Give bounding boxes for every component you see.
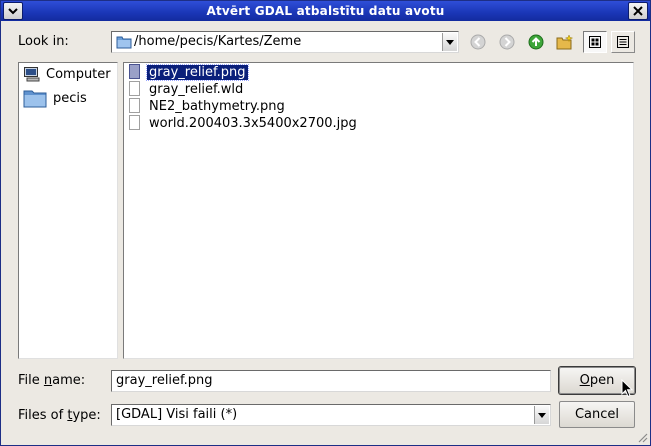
open-file-dialog: Atvērt GDAL atbalstītu datu avotu Look i… [0, 0, 651, 446]
list-item[interactable]: world.200403.3x5400x2700.jpg [128, 115, 359, 131]
sidebar-item-computer[interactable]: Computer [23, 63, 111, 85]
files-of-type-value: [GDAL] Visi faili (*) [116, 407, 238, 422]
look-in-dropdown-arrow[interactable] [442, 33, 457, 51]
back-button[interactable] [466, 31, 490, 53]
cancel-button-label: Cancel [574, 407, 620, 422]
file-name-label: File name: [18, 373, 86, 388]
sidebar-item-label: pecis [53, 90, 87, 106]
file-name-field[interactable]: gray_relief.png [111, 370, 551, 392]
file-icon [128, 98, 142, 114]
computer-icon [24, 67, 40, 82]
new-folder-icon [556, 34, 574, 50]
list-item[interactable]: gray_relief.png [128, 63, 249, 81]
files-of-type-combo[interactable]: [GDAL] Visi faili (*) [111, 404, 551, 426]
file-name: NE2_bathymetry.png [149, 98, 285, 114]
forward-icon [499, 34, 515, 50]
detail-view-button[interactable] [611, 31, 635, 53]
file-icon [128, 81, 142, 97]
forward-button[interactable] [495, 31, 519, 53]
list-view-button[interactable] [583, 31, 607, 53]
file-list: gray_relief.png gray_relief.wld NE2_bath… [123, 62, 634, 359]
folder-icon [23, 90, 47, 108]
list-item[interactable]: NE2_bathymetry.png [128, 98, 287, 114]
list-item[interactable]: gray_relief.wld [128, 81, 245, 97]
file-icon [128, 115, 142, 131]
close-icon [633, 6, 643, 16]
files-of-type-dropdown-arrow[interactable] [534, 406, 549, 424]
open-button-label: Open [579, 373, 615, 388]
cancel-button[interactable]: Cancel [559, 401, 635, 428]
triangle-down-icon [538, 412, 546, 418]
parent-directory-button[interactable] [524, 31, 548, 53]
new-folder-button[interactable] [553, 31, 577, 53]
sidebar-item-pecis[interactable]: pecis [23, 87, 87, 109]
file-name: gray_relief.wld [149, 81, 244, 97]
file-icon [128, 64, 142, 80]
files-of-type-label: Files of type: [18, 408, 101, 423]
triangle-down-icon [446, 39, 454, 45]
sidebar: Computer pecis [18, 62, 118, 359]
look-in-path: /home/pecis/Kartes/Zeme [134, 34, 302, 49]
back-icon [470, 34, 486, 50]
parent-directory-icon [528, 34, 544, 50]
detail-view-icon [617, 36, 629, 48]
look-in-label: Look in: [18, 34, 69, 49]
file-name: gray_relief.png [146, 63, 249, 81]
mouse-cursor-icon [621, 379, 634, 398]
folder-icon [116, 36, 132, 49]
title-bar[interactable]: Atvērt GDAL atbalstītu datu avotu [1, 1, 650, 21]
file-name: world.200403.3x5400x2700.jpg [149, 115, 357, 131]
close-button[interactable] [628, 2, 648, 20]
sidebar-item-label: Computer [46, 66, 111, 82]
list-view-icon [589, 36, 601, 48]
resize-grip-icon[interactable] [636, 431, 648, 443]
look-in-combo[interactable]: /home/pecis/Kartes/Zeme [111, 31, 459, 53]
window-title: Atvērt GDAL atbalstītu datu avotu [206, 4, 445, 18]
